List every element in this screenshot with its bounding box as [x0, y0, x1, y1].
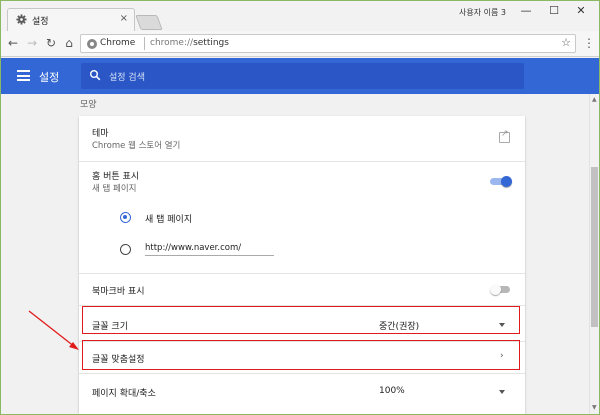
url-text[interactable]: chrome://settings	[150, 38, 229, 48]
scrollbar[interactable]: ▲ ▼	[589, 94, 599, 414]
external-link-icon[interactable]	[499, 129, 510, 143]
tab-title: 설정	[32, 17, 49, 27]
close-icon[interactable]: ×	[120, 13, 128, 24]
scroll-down-icon[interactable]: ▼	[592, 404, 597, 411]
bookmarks-bar-toggle[interactable]	[490, 284, 512, 295]
separator	[144, 37, 145, 50]
reload-icon[interactable]: ↻	[43, 35, 59, 51]
gear-icon	[16, 14, 27, 25]
home-button-label: 홈 버튼 표시	[92, 172, 140, 182]
dropdown-arrow-icon[interactable]	[499, 390, 505, 394]
page-zoom-value[interactable]: 100%	[379, 386, 405, 396]
star-icon[interactable]: ☆	[561, 36, 571, 49]
search-placeholder: 설정 검색	[109, 73, 145, 83]
forward-arrow-icon[interactable]: →	[24, 35, 40, 51]
appearance-card: 테마 Chrome 웹 스토어 열기 홈 버튼 표시 새 탭 페이지 새 탭 페…	[79, 116, 525, 414]
tab-settings[interactable]: 설정 ×	[7, 8, 135, 31]
window-close-button[interactable]: ✕	[569, 2, 593, 20]
home-button-toggle[interactable]	[490, 176, 512, 187]
highlight-box-font-customize	[82, 340, 520, 370]
settings-header: 설정 설정 검색	[1, 58, 599, 94]
theme-label: 테마	[92, 129, 109, 139]
url-path: settings	[193, 38, 229, 48]
home-icon[interactable]: ⌂	[61, 35, 77, 51]
search-input[interactable]: 설정 검색	[81, 63, 524, 89]
menu-icon[interactable]: ⋮	[583, 35, 595, 51]
new-tab-button[interactable]	[135, 15, 163, 30]
hamburger-icon[interactable]	[17, 70, 30, 81]
scroll-up-icon[interactable]: ▲	[592, 96, 597, 103]
url-scheme: chrome://	[150, 38, 194, 48]
radio-new-tab-label: 새 탭 페이지	[145, 215, 193, 225]
bookmarks-bar-label: 북마크바 표시	[92, 287, 145, 297]
scrollbar-thumb[interactable]	[591, 167, 598, 327]
back-arrow-icon[interactable]: ←	[5, 35, 21, 51]
home-button-sublabel: 새 탭 페이지	[92, 184, 137, 194]
radio-new-tab[interactable]	[120, 212, 131, 223]
browser-window: 설정 × 사용자 이름 3 — ☐ ✕ ← → ↻ ⌂ Chrome chrom…	[0, 0, 600, 415]
theme-sublabel: Chrome 웹 스토어 열기	[92, 141, 181, 151]
highlight-box-font-size	[82, 306, 520, 334]
site-label: Chrome	[100, 38, 136, 48]
minimize-button[interactable]: —	[514, 2, 538, 20]
profile-name[interactable]: 사용자 이름 3	[459, 7, 506, 18]
page-zoom-row: 페이지 확대/축소 100%	[79, 373, 525, 414]
search-icon	[90, 70, 101, 81]
home-url-field[interactable]: http://www.naver.com/	[145, 243, 274, 256]
bookmarks-bar-row: 북마크바 표시	[79, 273, 525, 305]
page-title: 설정	[39, 71, 60, 84]
section-title: 모양	[80, 100, 97, 110]
radio-custom-url[interactable]	[120, 244, 131, 255]
theme-row[interactable]: 테마 Chrome 웹 스토어 열기	[79, 116, 525, 161]
toolbar: ← → ↻ ⌂ Chrome chrome://settings ☆ ⋮	[1, 31, 599, 57]
chrome-icon	[87, 39, 97, 49]
address-bar[interactable]: Chrome chrome://settings ☆	[80, 34, 576, 53]
maximize-button[interactable]: ☐	[542, 2, 566, 20]
home-button-row: 홈 버튼 표시 새 탭 페이지 새 탭 페이지 http://www.naver…	[79, 161, 525, 273]
page-zoom-label: 페이지 확대/축소	[92, 389, 156, 399]
title-bar: 설정 × 사용자 이름 3 — ☐ ✕	[1, 1, 599, 31]
